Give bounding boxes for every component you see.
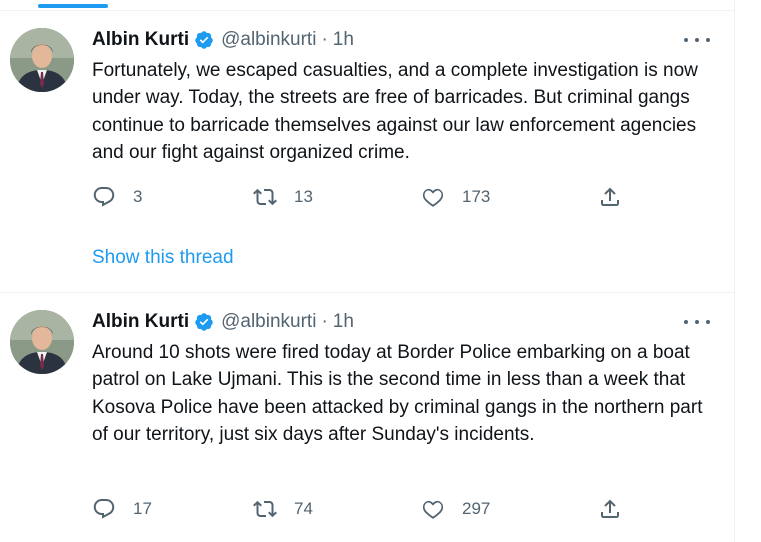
tweet-text: Around 10 shots were fired today at Bord… [92,342,708,445]
like-icon [421,185,445,209]
reply-icon [92,185,116,209]
verified-badge-icon [194,312,214,332]
share-icon [598,497,622,521]
share-button[interactable] [598,183,622,211]
show-thread-link[interactable]: Show this thread [92,247,234,269]
more-icon[interactable] [684,313,710,331]
avatar[interactable] [10,310,74,374]
tweet-header: Albin Kurti @albinkurti · 1h [92,310,354,334]
retweet-count: 13 [294,187,313,206]
like-button[interactable]: 173 [421,183,490,211]
avatar[interactable] [10,28,74,92]
tweet-text: Fortunately, we escaped casualties, and … [92,60,704,163]
reply-button[interactable]: 3 [92,183,142,211]
author-handle[interactable]: @albinkurti [221,311,316,333]
like-count: 297 [462,499,491,518]
tweet[interactable]: Albin Kurti @albinkurti · 1h Around 10 s… [0,293,734,542]
verified-badge-icon [194,30,214,50]
like-icon [421,497,445,521]
like-count: 173 [462,187,491,206]
retweet-button[interactable]: 13 [253,183,313,211]
tab-indicator [38,4,108,8]
timestamp[interactable]: 1h [333,311,354,333]
timeline-border [734,0,735,542]
separator: · [321,311,328,332]
tweet[interactable]: Albin Kurti @albinkurti · 1h Fortunately… [0,11,734,293]
retweet-button[interactable]: 74 [253,495,313,523]
separator: · [321,29,328,50]
retweet-icon [253,497,277,521]
timestamp[interactable]: 1h [333,29,354,51]
share-button[interactable] [598,495,622,523]
reply-count: 17 [133,499,152,518]
tweet-actions: 17 74 297 [92,495,632,523]
author-name[interactable]: Albin Kurti [92,311,189,333]
tweet-header: Albin Kurti @albinkurti · 1h [92,28,354,52]
retweet-count: 74 [294,499,313,518]
author-handle[interactable]: @albinkurti [221,29,316,51]
more-icon[interactable] [684,31,710,49]
author-name[interactable]: Albin Kurti [92,29,189,51]
reply-icon [92,497,116,521]
reply-button[interactable]: 17 [92,495,152,523]
retweet-icon [253,185,277,209]
share-icon [598,185,622,209]
tweet-actions: 3 13 173 [92,183,632,211]
like-button[interactable]: 297 [421,495,490,523]
reply-count: 3 [133,187,143,206]
